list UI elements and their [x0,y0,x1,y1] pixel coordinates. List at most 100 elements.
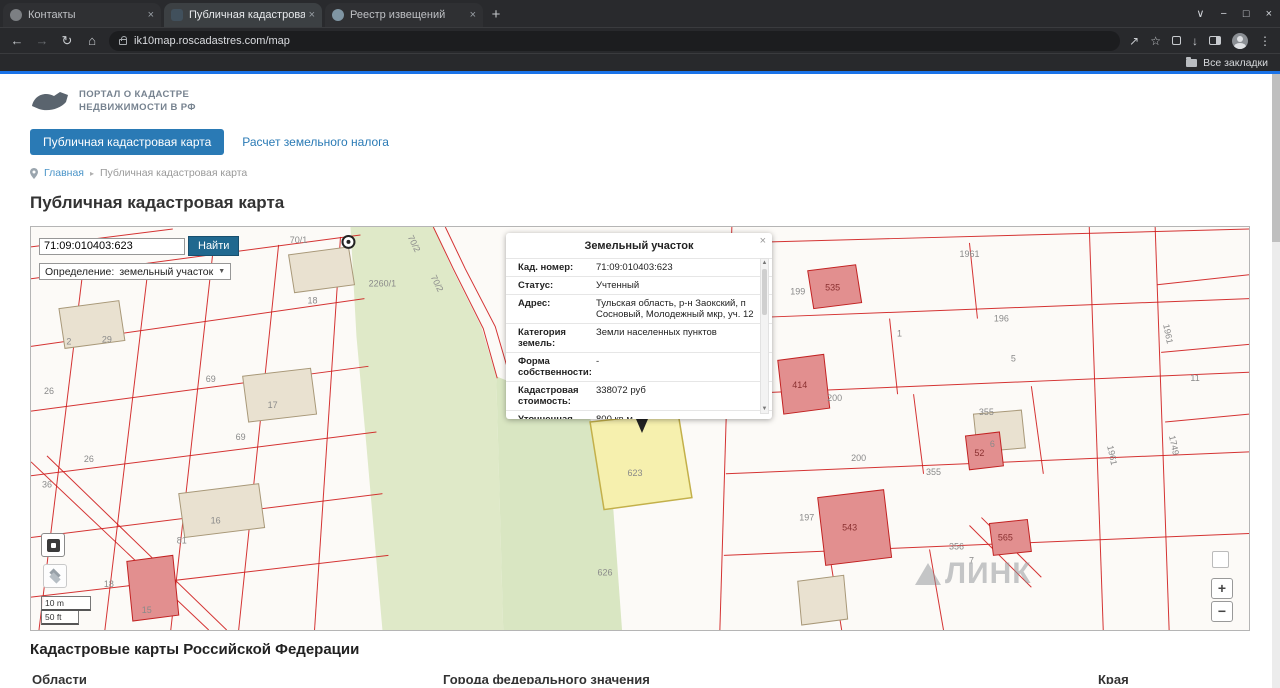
column-federal-cities[interactable]: Города федерального значения [443,672,650,684]
parcel-label: 1961 [959,249,979,259]
page-scrollbar[interactable] [1272,74,1280,688]
logo-line2: НЕДВИЖИМОСТИ В РФ [79,102,196,115]
field-label: Уточненная площадь: [506,411,594,419]
site-security-lock-icon[interactable] [119,39,127,45]
site-logo[interactable]: ПОРТАЛ О КАДАСТРЕ НЕДВИЖИМОСТИ В РФ [30,88,1250,116]
share-icon[interactable]: ↗ [1129,35,1139,47]
object-type-select[interactable]: Определение: земельный участок ▼ [39,263,231,280]
field-value: 338072 руб [594,382,772,410]
browser-tab-registry[interactable]: Реестр извещений × [325,3,483,27]
page-body: ПОРТАЛ О КАДАСТРЕ НЕДВИЖИМОСТИ В РФ Публ… [0,74,1280,688]
column-oblasti[interactable]: Области [32,672,87,684]
column-kraya[interactable]: Края [1098,672,1129,684]
parcel-label: 414 [792,380,807,390]
scale-feet: 50 ft [41,611,79,625]
tab-title: Реестр извещений [350,9,466,21]
browser-menu-icon[interactable]: ⋮ [1259,35,1271,47]
logo-line1: ПОРТАЛ О КАДАСТРЕ [79,89,196,102]
url-text[interactable]: ik10map.roscadastres.com/map [134,35,290,47]
cadastral-number-input[interactable] [39,238,185,255]
new-tab-button[interactable]: + [483,1,509,27]
scroll-down-icon[interactable]: ▼ [762,406,768,412]
map-extent-icon [47,539,60,552]
popup-row: Категория земель:Земли населенных пункто… [506,323,772,352]
scroll-up-icon[interactable]: ▲ [762,260,768,266]
tab-strip: Контакты × Публичная кадастровая ка × Ре… [0,0,1280,27]
bookmark-star-icon[interactable]: ☆ [1150,35,1161,47]
all-bookmarks-label[interactable]: Все закладки [1203,57,1268,69]
page-scrollbar-thumb[interactable] [1272,74,1280,242]
tab-close-icon[interactable]: × [309,9,315,21]
field-label: Кадастровая стоимость: [506,382,594,410]
extensions-puzzle-icon[interactable] [1172,36,1181,45]
field-value: 71:09:010403:623 [594,259,772,276]
parcel-label: 17 [268,400,278,410]
tab-close-icon[interactable]: × [148,9,154,21]
base-layer-button[interactable] [41,533,65,557]
downloads-icon[interactable]: ↓ [1192,35,1198,47]
bookmarks-folder-icon[interactable] [1186,59,1197,67]
popup-row: Кадастровая стоимость:338072 руб [506,381,772,410]
breadcrumb: Главная ▸ Публичная кадастровая карта [30,167,1250,179]
forward-button-icon[interactable]: → [34,34,50,47]
bookmarks-bar: Все закладки [0,53,1280,71]
reload-button-icon[interactable]: ↻ [59,34,75,47]
select-arrow-icon: ▼ [218,268,225,275]
browser-tab-cadastral-map[interactable]: Публичная кадастровая ка × [164,3,322,27]
map-watermark: ЛИНК [915,557,1032,591]
parcel-label: 69 [236,432,246,442]
tab-search-chevron-icon[interactable]: ∨ [1196,7,1204,20]
popup-row: Адрес:Тульская область, р-н Заокский, п … [506,294,772,323]
home-button-icon[interactable]: ⌂ [84,34,100,47]
popup-row: Форма собственности:- [506,352,772,381]
popup-scrollbar[interactable]: ▲ ▼ [760,258,769,414]
scrollbar-thumb[interactable] [762,269,767,315]
parcel-label: 200 [827,393,842,403]
back-button-icon[interactable]: ← [9,34,25,47]
browser-tab-contacts[interactable]: Контакты × [3,3,161,27]
popup-close-icon[interactable]: × [760,235,766,247]
parcel-label: 535 [825,283,840,293]
window-minimize-button[interactable]: − [1220,8,1226,20]
zoom-in-button[interactable]: + [1211,578,1233,599]
parcel-label: 16 [211,516,221,526]
address-bar[interactable]: ik10map.roscadastres.com/map [109,31,1120,51]
field-value: 800 кв.м [594,411,772,419]
watermark-text: ЛИНК [945,557,1032,591]
parcel-label: 2260/1 [369,279,396,289]
nav-tab-public-map[interactable]: Публичная кадастровая карта [30,129,224,155]
russia-map-logo-icon [30,88,70,116]
profile-avatar[interactable] [1232,33,1248,49]
registry-favicon-icon [332,9,344,21]
parcel-label: 543 [842,523,857,533]
parcel-label: 5 [1011,353,1016,363]
parcel-label: 2 [66,336,71,346]
parcel-label: 69 [206,374,216,384]
parcel-label: 626 [598,567,613,577]
tab-title: Публичная кадастровая ка [189,9,305,21]
parcel-label: 26 [44,386,54,396]
breadcrumb-home-link[interactable]: Главная [44,167,84,179]
find-button[interactable]: Найти [188,236,239,256]
side-panel-icon[interactable] [1209,36,1221,45]
tab-close-icon[interactable]: × [470,9,476,21]
parcel-label: 6 [990,439,995,449]
parcel-label: 15 [142,605,152,615]
window-maximize-button[interactable]: □ [1243,8,1250,20]
page-title: Публичная кадастровая карта [30,193,1250,213]
parcel-label: 18 [104,579,114,589]
cadastral-map[interactable]: 70/170/270/22260/11822926691769263616811… [30,226,1250,631]
layers-button[interactable] [43,564,67,588]
field-label: Кад. номер: [506,259,594,276]
nav-tab-land-tax[interactable]: Расчет земельного налога [242,135,389,149]
parcel-info-popup: × Земельный участок Кад. номер:71:09:010… [506,233,772,419]
map-search-control: Найти [39,236,239,256]
fullscreen-button[interactable] [1212,551,1229,568]
zoom-out-button[interactable]: − [1211,601,1233,622]
footer-heading: Кадастровые карты Российской Федерации [30,641,1250,658]
site-navigation: Публичная кадастровая карта Расчет земел… [30,129,1250,155]
field-value: Учтенный [594,277,772,294]
parcel-label: 355 [979,407,994,417]
window-close-button[interactable]: × [1266,8,1272,20]
object-type-value: земельный участок [119,266,213,278]
